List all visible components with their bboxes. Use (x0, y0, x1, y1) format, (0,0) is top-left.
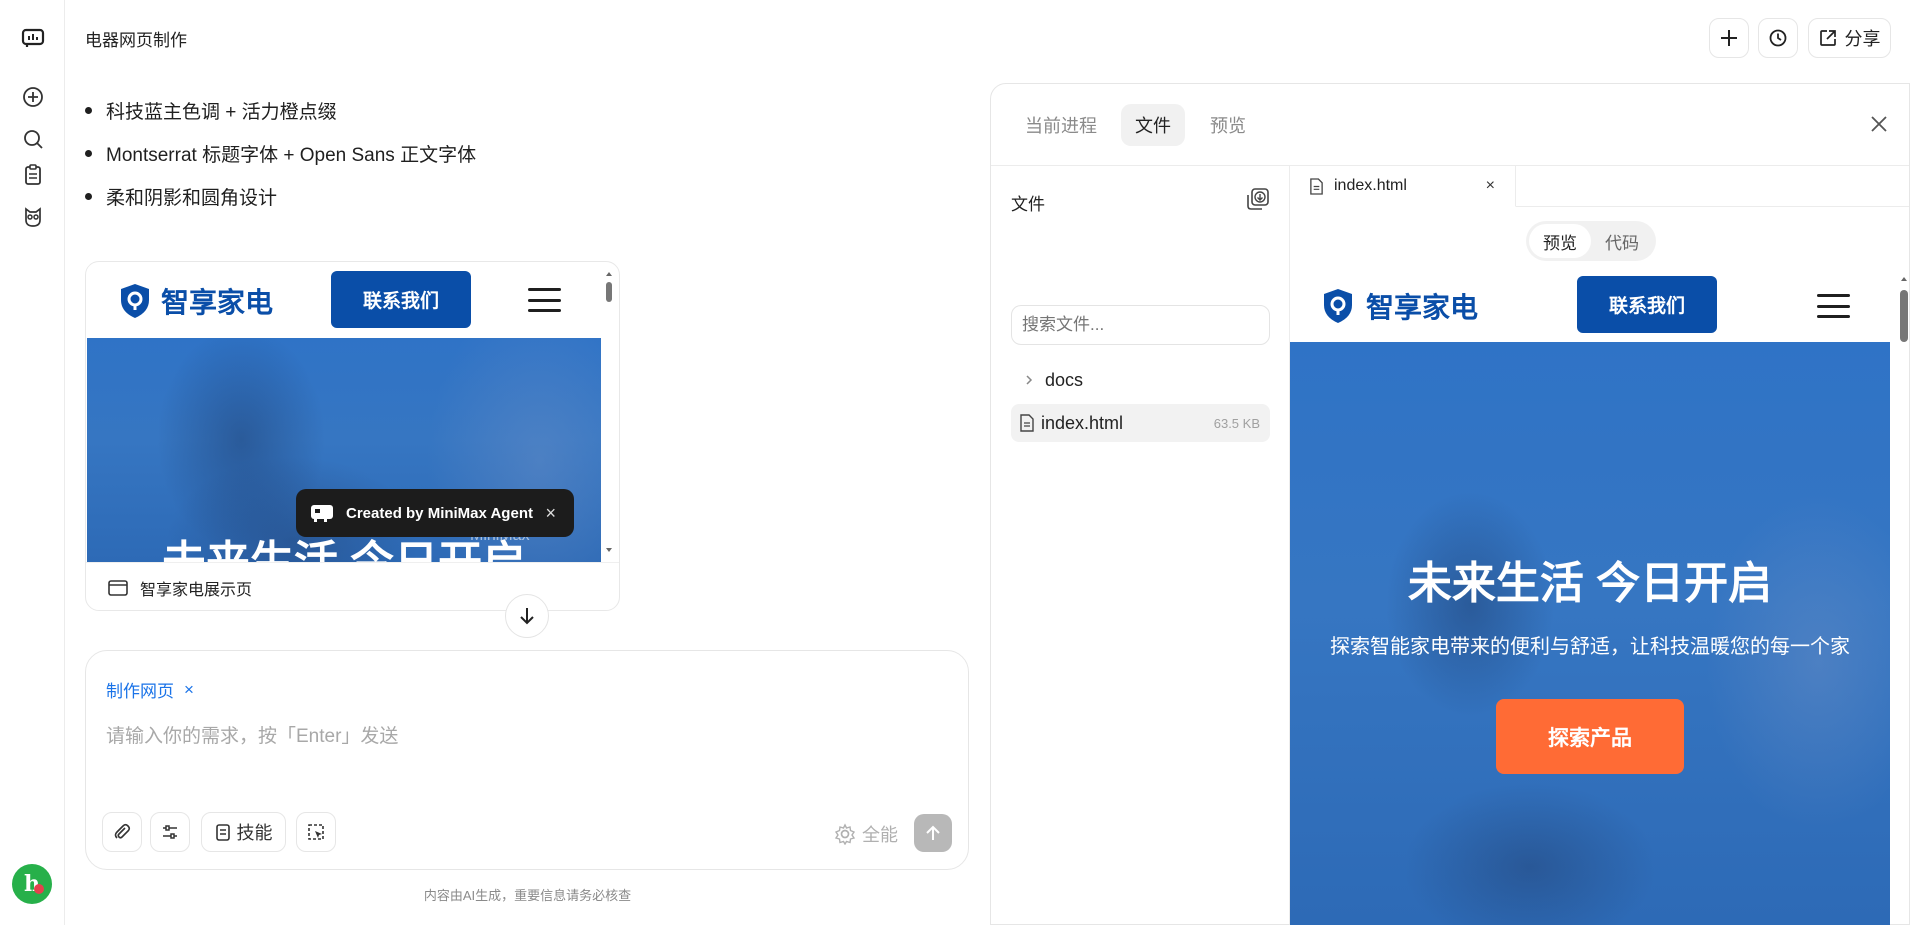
page-preview-card[interactable]: 智享家电 联系我们 未来生活 今日开启 智享家电展示页 (85, 261, 620, 611)
created-by-badge: Created by MiniMax Agent × (296, 489, 574, 537)
tree-item-label: docs (1045, 369, 1084, 390)
mode-label: 全能 (862, 825, 898, 845)
site-navbar: 智享家电 联系我们 (87, 263, 601, 338)
task-tag-label: 制作网页 (106, 682, 174, 701)
file-icon (1310, 177, 1323, 195)
chevron-right-icon (1026, 375, 1033, 385)
share-button[interactable]: 分享 (1808, 18, 1891, 58)
minimax-logo-icon (311, 505, 333, 522)
tree-folder-docs[interactable]: docs (1011, 361, 1270, 399)
site-brand: 智享家电 (161, 287, 274, 318)
scroll-to-bottom-button[interactable] (505, 594, 549, 638)
card-scrollbar[interactable] (603, 270, 615, 555)
tree-item-label: index.html (1041, 412, 1124, 433)
view-mode-preview[interactable]: 预览 (1529, 224, 1591, 258)
shield-icon (121, 284, 149, 318)
tree-file-index[interactable]: index.html 63.5 KB (1011, 404, 1270, 442)
tab-files[interactable]: 文件 (1121, 104, 1185, 146)
shield-icon (1324, 289, 1352, 323)
sliders-icon (163, 825, 177, 839)
hero-title: 未来生活 今日开启 (1407, 559, 1773, 608)
site-logo[interactable]: 智享家电 (119, 281, 273, 321)
download-files-button[interactable] (1243, 184, 1273, 214)
view-mode-toggle: 预览 代码 (1526, 221, 1656, 261)
skills-label: 技能 (236, 823, 273, 843)
page-title: 电器网页制作 (85, 31, 187, 50)
arrow-up-icon (926, 825, 940, 840)
paperclip-icon (114, 823, 131, 839)
search-icon[interactable] (19, 125, 47, 153)
hero-subtitle: 探索智能家电带来的便利与舒适，让科技温暖您的每一个家 (1330, 636, 1850, 658)
mode-selector[interactable]: 全能 (834, 821, 898, 847)
owl-icon[interactable] (19, 203, 47, 231)
share-icon (1819, 30, 1836, 46)
preview-scrollbar[interactable] (1898, 272, 1910, 925)
send-button[interactable] (914, 814, 952, 852)
site-navbar: 智享家电 联系我们 (1290, 272, 1890, 342)
sidebar: h (0, 0, 65, 925)
arrow-down-icon (520, 608, 534, 625)
bullet-item: 柔和阴影和圆角设计 (85, 183, 277, 210)
select-cursor-icon (308, 824, 324, 840)
task-tag: 制作网页 × (106, 677, 194, 702)
file-size: 63.5 KB (1213, 415, 1260, 431)
clipboard-icon (215, 824, 230, 841)
history-icon (1769, 29, 1787, 47)
file-icon (1020, 414, 1034, 432)
new-chat-icon[interactable] (19, 83, 47, 111)
card-footer-label: 智享家电展示页 (140, 581, 253, 599)
badge-text: Created by MiniMax Agent (346, 504, 533, 522)
select-area-button[interactable] (296, 812, 336, 852)
file-explorer: 文件 docs index.html 63.5 KB (991, 166, 1290, 924)
site-preview: 智享家电 联系我们 未来生活 今日开启 探索智能家电带来的便利与舒适，让科技温暖… (1290, 272, 1890, 925)
menu-icon[interactable] (1817, 294, 1850, 318)
editor-file-tab[interactable]: index.html × (1291, 166, 1516, 207)
editor-tab-divider (1516, 206, 1909, 207)
editor-file-tab-close-button[interactable]: × (1486, 177, 1495, 195)
site-hero: 未来生活 今日开启 探索智能家电带来的便利与舒适，让科技温暖您的每一个家 探索产… (1290, 342, 1890, 925)
site-brand: 智享家电 (1366, 292, 1479, 323)
browser-window-icon (108, 579, 128, 596)
settings-button[interactable] (150, 812, 190, 852)
prompt-input[interactable]: 请输入你的需求，按「Enter」发送 (106, 721, 398, 748)
new-button[interactable] (1709, 18, 1749, 58)
message-composer[interactable]: 制作网页 × 请输入你的需求，按「Enter」发送 技能 全能 (85, 650, 969, 870)
ai-disclaimer: 内容由AI生成，重要信息请务必核查 (423, 888, 632, 903)
files-title: 文件 (1011, 195, 1045, 214)
attach-button[interactable] (102, 812, 142, 852)
tab-preview[interactable]: 预览 (1196, 104, 1260, 146)
task-tag-close-button[interactable]: × (184, 680, 194, 700)
menu-icon[interactable] (528, 288, 561, 312)
badge-close-button[interactable]: × (545, 503, 556, 524)
logo-icon[interactable] (19, 24, 47, 52)
view-mode-code[interactable]: 代码 (1591, 224, 1653, 258)
skills-button[interactable]: 技能 (201, 812, 286, 852)
history-button[interactable] (1758, 18, 1798, 58)
contact-button[interactable]: 联系我们 (331, 271, 471, 328)
tab-current-process[interactable]: 当前进程 (1011, 104, 1111, 146)
close-icon[interactable] (1865, 110, 1893, 138)
gear-icon (834, 823, 856, 845)
bullet-item: 科技蓝主色调 + 活力橙点缀 (85, 97, 337, 124)
file-search-input[interactable] (1011, 305, 1270, 345)
download-icon (1247, 188, 1269, 210)
plus-icon (1721, 30, 1737, 46)
editor-file-tab-label: index.html (1334, 177, 1407, 194)
bullet-item: Montserrat 标题字体 + Open Sans 正文字体 (85, 140, 476, 167)
clipboard-icon[interactable] (19, 161, 47, 189)
contact-button[interactable]: 联系我们 (1577, 276, 1717, 333)
share-label: 分享 (1844, 29, 1881, 49)
explore-products-button[interactable]: 探索产品 (1496, 699, 1684, 774)
site-logo[interactable]: 智享家电 (1322, 286, 1478, 326)
